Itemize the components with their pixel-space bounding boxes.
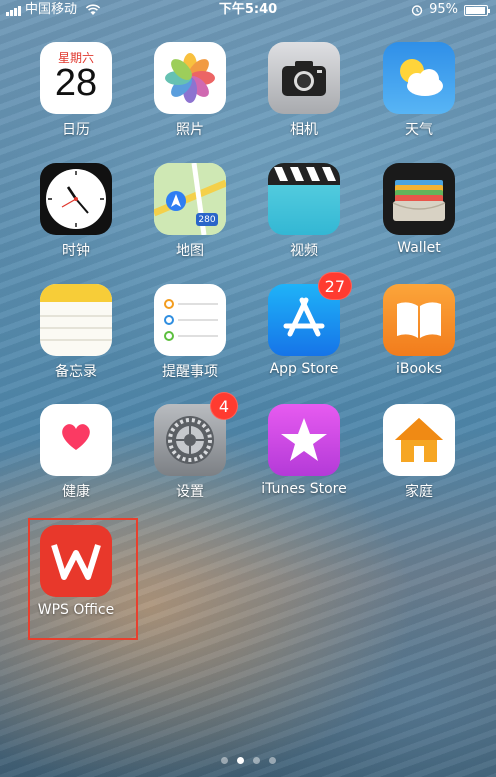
app-label: 时钟 bbox=[62, 243, 90, 259]
notification-badge: 27 bbox=[317, 272, 352, 300]
status-bar: 中国移动 下午5:40 95% bbox=[0, 0, 496, 20]
calendar-day: 28 bbox=[54, 62, 98, 104]
page-dot-current bbox=[236, 757, 244, 764]
app-label: App Store bbox=[269, 361, 339, 377]
page-dot bbox=[268, 757, 276, 764]
app-label: 视频 bbox=[290, 243, 318, 259]
battery-icon bbox=[464, 4, 490, 16]
settings-icon: 4 bbox=[154, 392, 238, 476]
videos-icon bbox=[268, 163, 340, 235]
app-label: 提醒事项 bbox=[162, 364, 218, 380]
camera-icon bbox=[268, 42, 340, 114]
app-itunes-store[interactable]: iTunes Store bbox=[249, 404, 359, 497]
notification-badge: 4 bbox=[210, 392, 238, 420]
app-label: 家庭 bbox=[405, 484, 433, 500]
app-health[interactable]: 健康 bbox=[21, 404, 131, 501]
app-calendar[interactable]: 星期六 28 日历 bbox=[21, 42, 131, 139]
app-reminders[interactable]: 提醒事项 bbox=[135, 284, 245, 381]
app-camera[interactable]: 相机 bbox=[249, 42, 359, 139]
app-label: Wallet bbox=[397, 240, 441, 256]
page-indicator[interactable] bbox=[0, 757, 496, 764]
app-notes[interactable]: 备忘录 bbox=[21, 284, 131, 381]
app-ibooks[interactable]: iBooks bbox=[364, 284, 474, 377]
battery-percent: 95% bbox=[429, 2, 458, 17]
alarm-icon bbox=[411, 5, 423, 16]
app-label: iBooks bbox=[395, 361, 443, 377]
app-label: 天气 bbox=[405, 122, 433, 138]
app-label: 日历 bbox=[62, 122, 90, 138]
app-wallet[interactable]: Wallet bbox=[364, 163, 474, 256]
page-dot bbox=[220, 757, 228, 764]
photos-icon bbox=[154, 42, 226, 114]
health-icon bbox=[40, 404, 112, 476]
app-photos[interactable]: 照片 bbox=[135, 42, 245, 139]
app-clock[interactable]: 时钟 bbox=[21, 163, 131, 260]
maps-icon: 280 bbox=[154, 163, 226, 235]
app-app-store[interactable]: 27 App Store bbox=[249, 272, 359, 377]
app-label: 备忘录 bbox=[55, 364, 97, 380]
app-label: 地图 bbox=[176, 243, 204, 259]
wallet-icon bbox=[383, 163, 455, 235]
itunes-store-icon bbox=[268, 404, 340, 476]
ibooks-icon bbox=[383, 284, 455, 356]
app-settings[interactable]: 4 设置 bbox=[135, 392, 245, 501]
page-dot bbox=[252, 757, 260, 764]
notes-icon bbox=[40, 284, 112, 356]
app-maps[interactable]: 280 地图 bbox=[135, 163, 245, 260]
calendar-icon: 星期六 28 bbox=[40, 42, 112, 114]
app-label: iTunes Store bbox=[261, 481, 347, 497]
home-icon bbox=[383, 404, 455, 476]
app-weather[interactable]: 天气 bbox=[364, 42, 474, 139]
app-label: 照片 bbox=[176, 122, 204, 138]
reminders-icon bbox=[154, 284, 226, 356]
maps-route-shield: 280 bbox=[198, 215, 216, 225]
clock-icon bbox=[40, 163, 112, 235]
weather-icon bbox=[383, 42, 455, 114]
app-label: 相机 bbox=[290, 122, 318, 138]
app-store-icon: 27 bbox=[268, 272, 352, 356]
app-label: 设置 bbox=[176, 484, 204, 500]
app-label: 健康 bbox=[62, 484, 90, 500]
selection-highlight bbox=[28, 518, 138, 640]
app-videos[interactable]: 视频 bbox=[249, 163, 359, 260]
app-home[interactable]: 家庭 bbox=[364, 404, 474, 501]
